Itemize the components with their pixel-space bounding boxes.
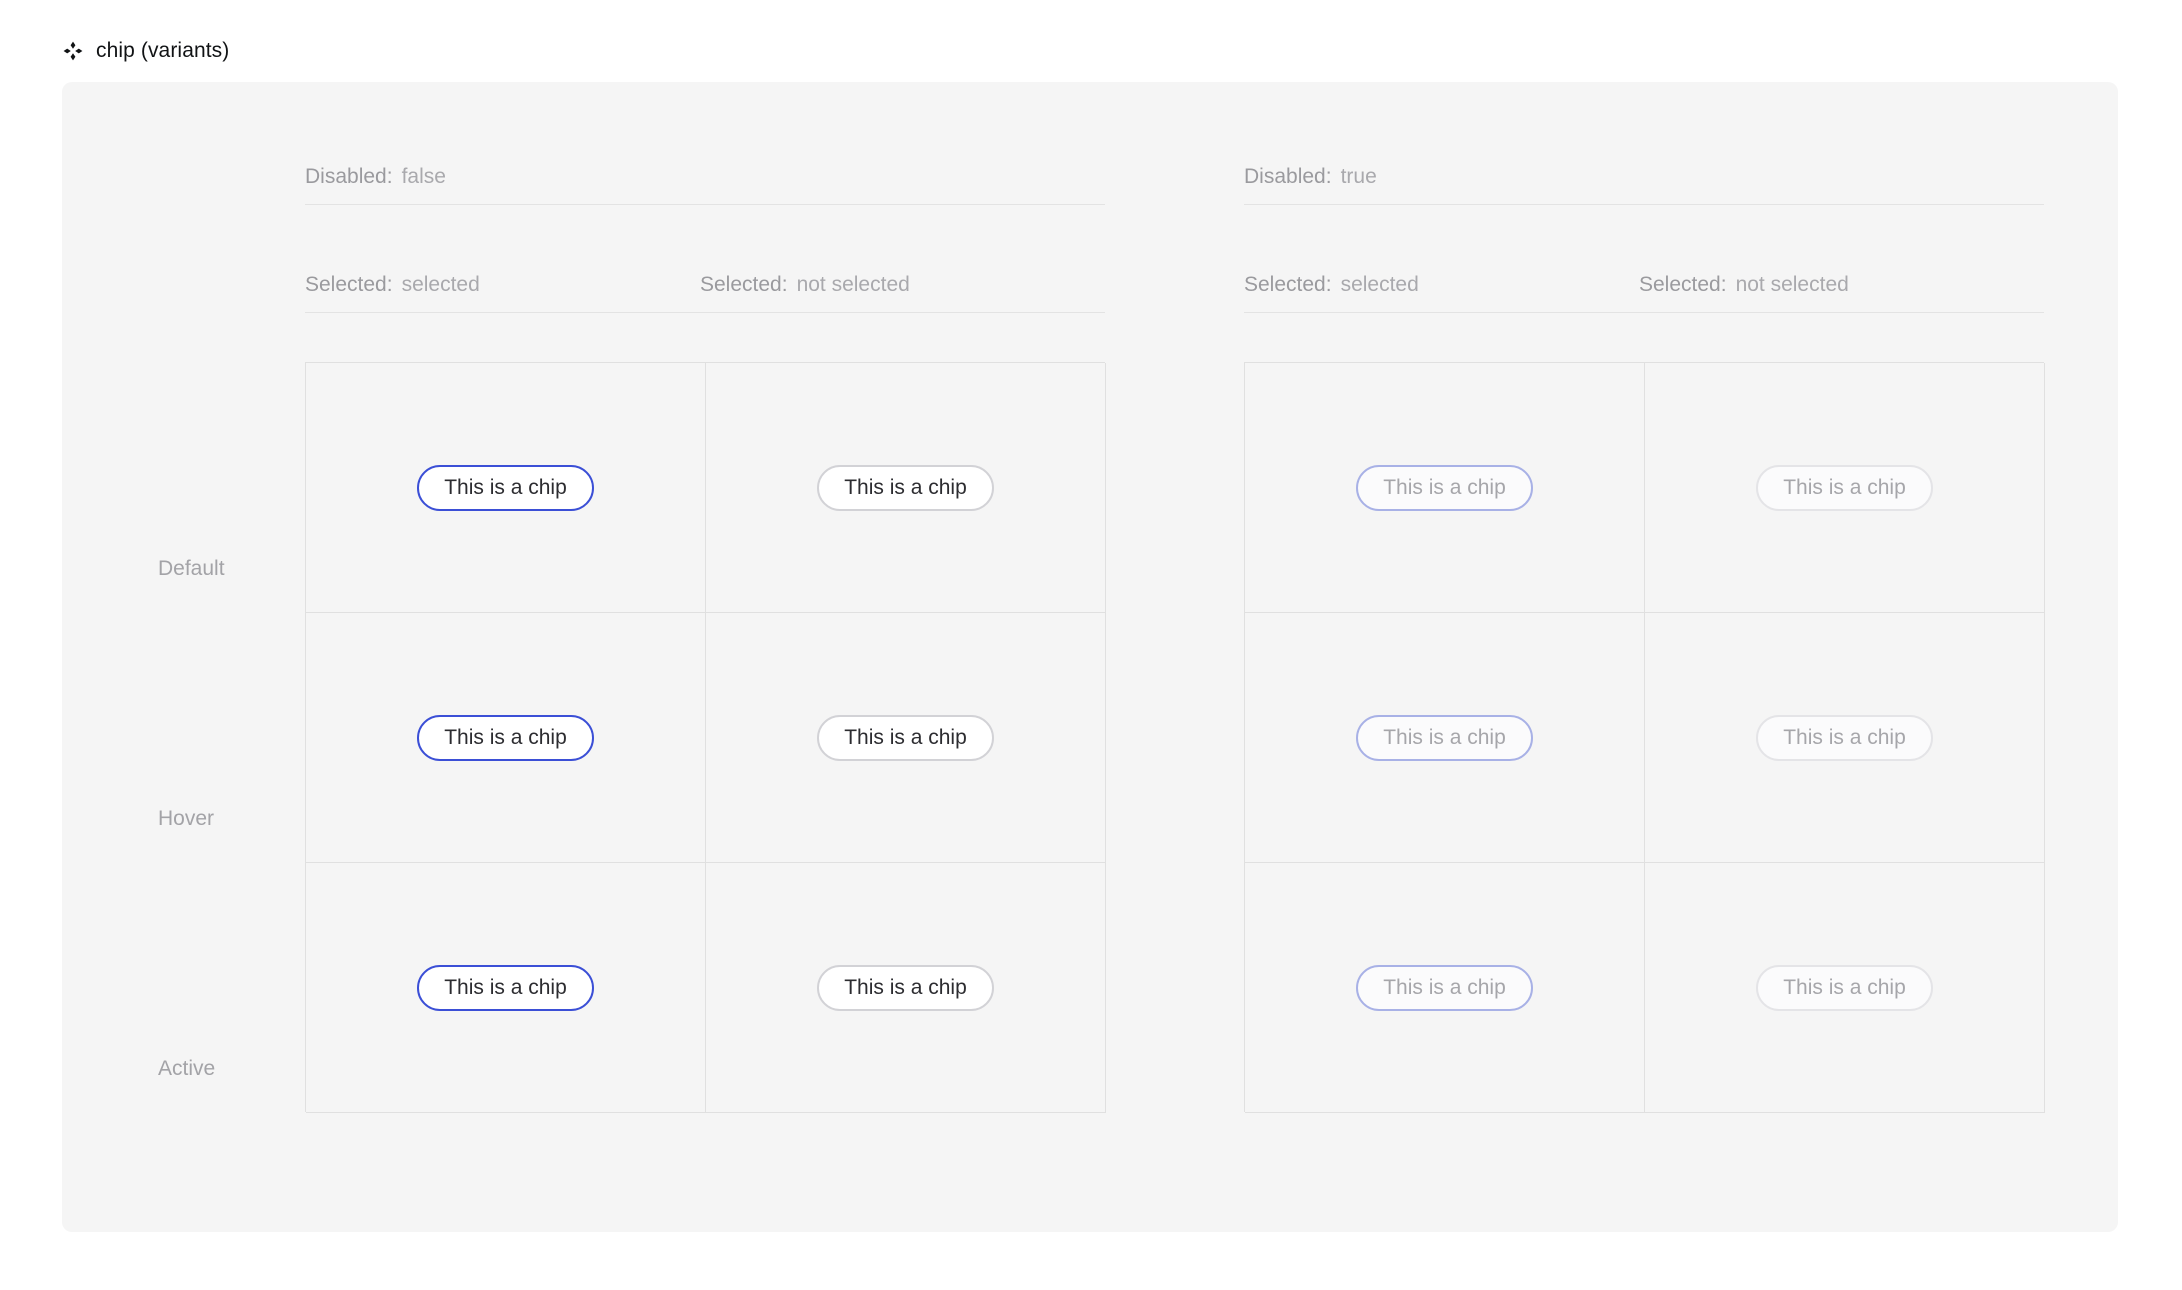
variant-grid-disabled: This is a chip This is a chip This is a …: [1244, 362, 2045, 1113]
variant-cell-hover-not-selected: This is a chip: [706, 613, 1106, 863]
component-set-header: chip (variants): [62, 38, 229, 64]
chip-active-selected[interactable]: This is a chip: [417, 964, 594, 1011]
property-not-selected-disabled-key: Selected:: [1639, 273, 1727, 296]
variant-cell-default-selected-disabled: This is a chip: [1245, 363, 1645, 613]
chip-active-selected-disabled: This is a chip: [1356, 964, 1533, 1011]
property-column-selected-disabled: Selected: selected: [1244, 272, 1639, 298]
variant-cell-active-selected-disabled: This is a chip: [1245, 863, 1645, 1113]
property-row-disabled-true: Disabled: true: [1244, 164, 2044, 205]
property-disabled-true-key: Disabled:: [1244, 165, 1332, 188]
variants-page: chip (variants) Default Hover Active Dis…: [0, 0, 2182, 1290]
variant-cell-default-not-selected-disabled: This is a chip: [1645, 363, 2045, 613]
chip-hover-selected-disabled: This is a chip: [1356, 714, 1533, 761]
property-selected-disabled-key: Selected:: [1244, 273, 1332, 296]
property-selected-disabled-value: selected: [1340, 273, 1419, 296]
variant-cell-hover-selected: This is a chip: [306, 613, 706, 863]
property-not-selected-key: Selected:: [700, 273, 788, 296]
property-row-selected: Selected: selected Selected: not selected: [305, 272, 1105, 313]
property-disabled-key: Disabled:: [305, 165, 393, 188]
state-label-column: Default Hover Active: [62, 444, 305, 1194]
variant-frame: Default Hover Active Disabled: false Sele…: [62, 82, 2118, 1232]
variant-cell-default-selected: This is a chip: [306, 363, 706, 613]
property-column-selected: Selected: selected: [305, 272, 700, 298]
chip-hover-not-selected-disabled: This is a chip: [1756, 714, 1933, 761]
group-disabled-true: Disabled: true Selected: selected Selected…: [1244, 82, 2045, 1232]
chip-default-not-selected-disabled: This is a chip: [1756, 464, 1933, 511]
property-disabled-true: Disabled: true: [1244, 164, 2044, 190]
variant-grid-enabled: This is a chip This is a chip This is a …: [305, 362, 1106, 1113]
state-label-active: Active: [158, 1057, 216, 1080]
variant-cell-active-not-selected: This is a chip: [706, 863, 1106, 1113]
chip-default-selected[interactable]: This is a chip: [417, 464, 594, 511]
variant-cell-default-not-selected: This is a chip: [706, 363, 1106, 613]
page-title: chip (variants): [96, 39, 230, 62]
chip-default-not-selected[interactable]: This is a chip: [817, 464, 994, 511]
variant-cell-active-not-selected-disabled: This is a chip: [1645, 863, 2045, 1113]
variant-cell-active-selected: This is a chip: [306, 863, 706, 1113]
property-not-selected-value: not selected: [796, 273, 910, 296]
chip-hover-selected[interactable]: This is a chip: [417, 714, 594, 761]
component-set-icon: [62, 40, 84, 62]
property-row-disabled: Disabled: false: [305, 164, 1105, 205]
chip-active-not-selected[interactable]: This is a chip: [817, 964, 994, 1011]
property-row-selected-disabled: Selected: selected Selected: not selected: [1244, 272, 2044, 313]
property-column-not-selected-disabled: Selected: not selected: [1639, 272, 2034, 298]
state-label-hover: Hover: [158, 807, 215, 830]
property-disabled-true-value: true: [1340, 165, 1377, 188]
state-label-default: Default: [158, 557, 225, 580]
chip-hover-not-selected[interactable]: This is a chip: [817, 714, 994, 761]
property-disabled: Disabled: false: [305, 164, 1105, 190]
property-column-not-selected: Selected: not selected: [700, 272, 1095, 298]
variant-cell-hover-not-selected-disabled: This is a chip: [1645, 613, 2045, 863]
property-not-selected-disabled-value: not selected: [1735, 273, 1849, 296]
chip-active-not-selected-disabled: This is a chip: [1756, 964, 1933, 1011]
property-selected-key: Selected:: [305, 273, 393, 296]
property-selected-value: selected: [401, 273, 480, 296]
chip-default-selected-disabled: This is a chip: [1356, 464, 1533, 511]
property-disabled-value: false: [401, 165, 446, 188]
variant-cell-hover-selected-disabled: This is a chip: [1245, 613, 1645, 863]
group-disabled-false: Disabled: false Selected: selected Selecte…: [305, 82, 1106, 1232]
